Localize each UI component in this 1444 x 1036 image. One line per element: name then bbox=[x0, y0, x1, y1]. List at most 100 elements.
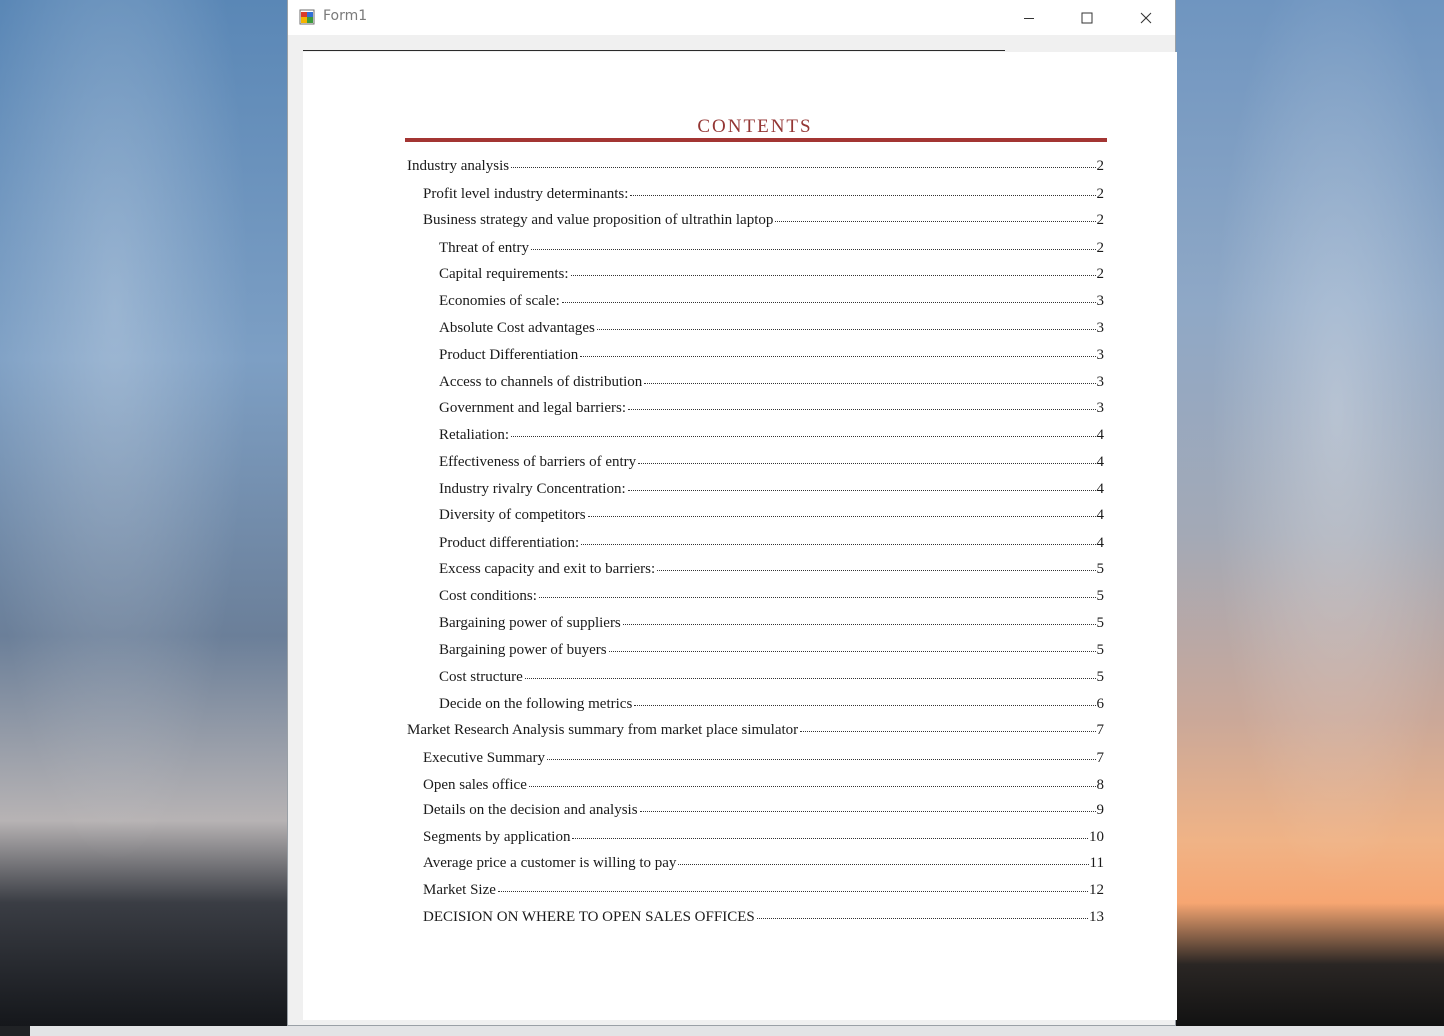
toc-entry-title: Product differentiation: bbox=[439, 535, 580, 551]
toc-dot-leader bbox=[511, 156, 1096, 168]
toc-dot-leader bbox=[639, 800, 1096, 812]
toc-entry-title: Absolute Cost advantages bbox=[439, 320, 595, 336]
toc-entry[interactable]: Bargaining power of suppliers 5 bbox=[439, 615, 1104, 632]
toc-page-number: 2 bbox=[1096, 266, 1105, 282]
maximize-icon bbox=[1081, 12, 1093, 23]
toc-page-number: 3 bbox=[1096, 347, 1105, 363]
toolbar-divider bbox=[303, 50, 1005, 51]
close-icon bbox=[1140, 12, 1152, 23]
toc-entry[interactable]: Economies of scale: 3 bbox=[439, 293, 1104, 310]
toc-entry-title: Government and legal barriers: bbox=[439, 400, 627, 416]
toc-entry[interactable]: Threat of entry 2 bbox=[439, 240, 1104, 257]
toc-page-number: 4 bbox=[1096, 507, 1105, 523]
toc-page-number: 3 bbox=[1096, 320, 1105, 336]
toc-dot-leader bbox=[596, 318, 1096, 330]
toc-dot-leader bbox=[572, 827, 1088, 839]
toc-entry-title: Decide on the following metrics bbox=[439, 696, 633, 712]
desktop-wallpaper-right bbox=[1176, 0, 1444, 1026]
toc-entry[interactable]: Absolute Cost advantages 3 bbox=[439, 320, 1104, 337]
toc-entry[interactable]: Industry rivalry Concentration: 4 bbox=[439, 481, 1104, 498]
toc-page-number: 4 bbox=[1096, 535, 1105, 551]
toc-dot-leader bbox=[622, 613, 1096, 625]
toc-entry[interactable]: Government and legal barriers: 3 bbox=[439, 400, 1104, 417]
toc-dot-leader bbox=[644, 372, 1096, 384]
toc-page-number: 3 bbox=[1096, 400, 1105, 416]
toc-dot-leader bbox=[497, 880, 1088, 892]
toc-dot-leader bbox=[587, 505, 1096, 517]
toc-entry[interactable]: Product differentiation: 4 bbox=[439, 535, 1104, 552]
toc-entry[interactable]: Market Size 12 bbox=[423, 882, 1104, 899]
toc-entry[interactable]: Executive Summary 7 bbox=[423, 750, 1104, 767]
toc-entry-title: Excess capacity and exit to barriers: bbox=[439, 561, 656, 577]
title-bar[interactable]: Form1 bbox=[288, 0, 1175, 35]
toc-entry[interactable]: Cost conditions: 5 bbox=[439, 588, 1104, 605]
toc-entry[interactable]: Business strategy and value proposition … bbox=[423, 212, 1104, 229]
toc-entry-title: Capital requirements: bbox=[439, 266, 569, 282]
toc-dot-leader bbox=[547, 748, 1096, 760]
toc-dot-leader bbox=[528, 775, 1096, 787]
toc-page-number: 3 bbox=[1096, 293, 1105, 309]
toc-entry[interactable]: Effectiveness of barriers of entry 4 bbox=[439, 454, 1104, 471]
toc-page-number: 2 bbox=[1096, 240, 1105, 256]
toc-dot-leader bbox=[561, 291, 1096, 303]
toc-entry[interactable]: Cost structure 5 bbox=[439, 669, 1104, 686]
toc-entry[interactable]: Excess capacity and exit to barriers: 5 bbox=[439, 561, 1104, 578]
toc-dot-leader bbox=[678, 853, 1089, 865]
toc-page-number: 7 bbox=[1096, 722, 1105, 738]
toc-entry[interactable]: Bargaining power of buyers 5 bbox=[439, 642, 1104, 659]
toc-entry[interactable]: Retaliation: 4 bbox=[439, 427, 1104, 444]
toc-entry-title: Effectiveness of barriers of entry bbox=[439, 454, 637, 470]
toc-entry[interactable]: Details on the decision and analysis 9 bbox=[423, 802, 1104, 819]
toc-page-number: 8 bbox=[1096, 777, 1105, 793]
close-button[interactable] bbox=[1117, 0, 1175, 35]
toc-dot-leader bbox=[800, 720, 1096, 732]
table-of-contents: Industry analysis 2 Profit level industry … bbox=[303, 52, 1177, 1020]
toc-entry-title: Cost structure bbox=[439, 669, 523, 685]
toc-dot-leader bbox=[630, 184, 1096, 196]
toc-entry-title: Open sales office bbox=[423, 777, 527, 793]
minimize-button[interactable] bbox=[1000, 0, 1058, 35]
toc-entry-title: DECISION ON WHERE TO OPEN SALES OFFICES bbox=[423, 909, 755, 925]
desktop-wallpaper-left bbox=[0, 0, 287, 1026]
toc-entry[interactable]: Segments by application 10 bbox=[423, 829, 1104, 846]
toc-page-number: 2 bbox=[1096, 212, 1105, 228]
toc-page-number: 2 bbox=[1096, 186, 1105, 202]
maximize-button[interactable] bbox=[1058, 0, 1116, 35]
toc-entry[interactable]: DECISION ON WHERE TO OPEN SALES OFFICES 1… bbox=[423, 909, 1104, 926]
toc-entry[interactable]: Capital requirements: 2 bbox=[439, 266, 1104, 283]
toc-page-number: 7 bbox=[1096, 750, 1105, 766]
toc-dot-leader bbox=[628, 398, 1096, 410]
toc-page-number: 2 bbox=[1096, 158, 1105, 174]
toc-page-number: 11 bbox=[1089, 855, 1104, 871]
toc-entry-title: Industry rivalry Concentration: bbox=[439, 481, 626, 497]
toc-entry[interactable]: Market Research Analysis summary from ma… bbox=[407, 722, 1104, 739]
toc-entry-title: Bargaining power of suppliers bbox=[439, 615, 621, 631]
toc-entry[interactable]: Diversity of competitors 4 bbox=[439, 507, 1104, 524]
toc-page-number: 5 bbox=[1096, 669, 1105, 685]
toc-entry[interactable]: Decide on the following metrics 6 bbox=[439, 696, 1104, 713]
toc-entry[interactable]: Profit level industry determinants: 2 bbox=[423, 186, 1104, 203]
toc-entry[interactable]: Access to channels of distribution 3 bbox=[439, 374, 1104, 391]
document-page[interactable]: CONTENTS Industry analysis 2 Profit level … bbox=[303, 52, 1177, 1020]
toc-entry-title: Access to channels of distribution bbox=[439, 374, 643, 390]
toc-entry-title: Bargaining power of buyers bbox=[439, 642, 607, 658]
toc-dot-leader bbox=[627, 479, 1096, 491]
toc-page-number: 12 bbox=[1089, 882, 1104, 898]
toc-dot-leader bbox=[510, 425, 1096, 437]
toc-page-number: 9 bbox=[1096, 802, 1105, 818]
toc-entry-title: Product Differentiation bbox=[439, 347, 579, 363]
toc-entry[interactable]: Product Differentiation 3 bbox=[439, 347, 1104, 364]
toc-entry-title: Details on the decision and analysis bbox=[423, 802, 638, 818]
toc-entry-title: Executive Summary bbox=[423, 750, 546, 766]
toc-entry-title: Threat of entry bbox=[439, 240, 529, 256]
toc-page-number: 5 bbox=[1096, 588, 1105, 604]
toc-entry[interactable]: Open sales office 8 bbox=[423, 777, 1104, 794]
toc-dot-leader bbox=[570, 264, 1096, 276]
toc-page-number: 10 bbox=[1089, 829, 1104, 845]
toc-page-number: 4 bbox=[1096, 454, 1105, 470]
toc-entry-title: Market Size bbox=[423, 882, 496, 898]
toc-entry[interactable]: Industry analysis 2 bbox=[407, 158, 1104, 175]
toc-page-number: 13 bbox=[1089, 909, 1104, 925]
toc-page-number: 5 bbox=[1096, 615, 1105, 631]
toc-entry[interactable]: Average price a customer is willing to p… bbox=[423, 855, 1104, 872]
